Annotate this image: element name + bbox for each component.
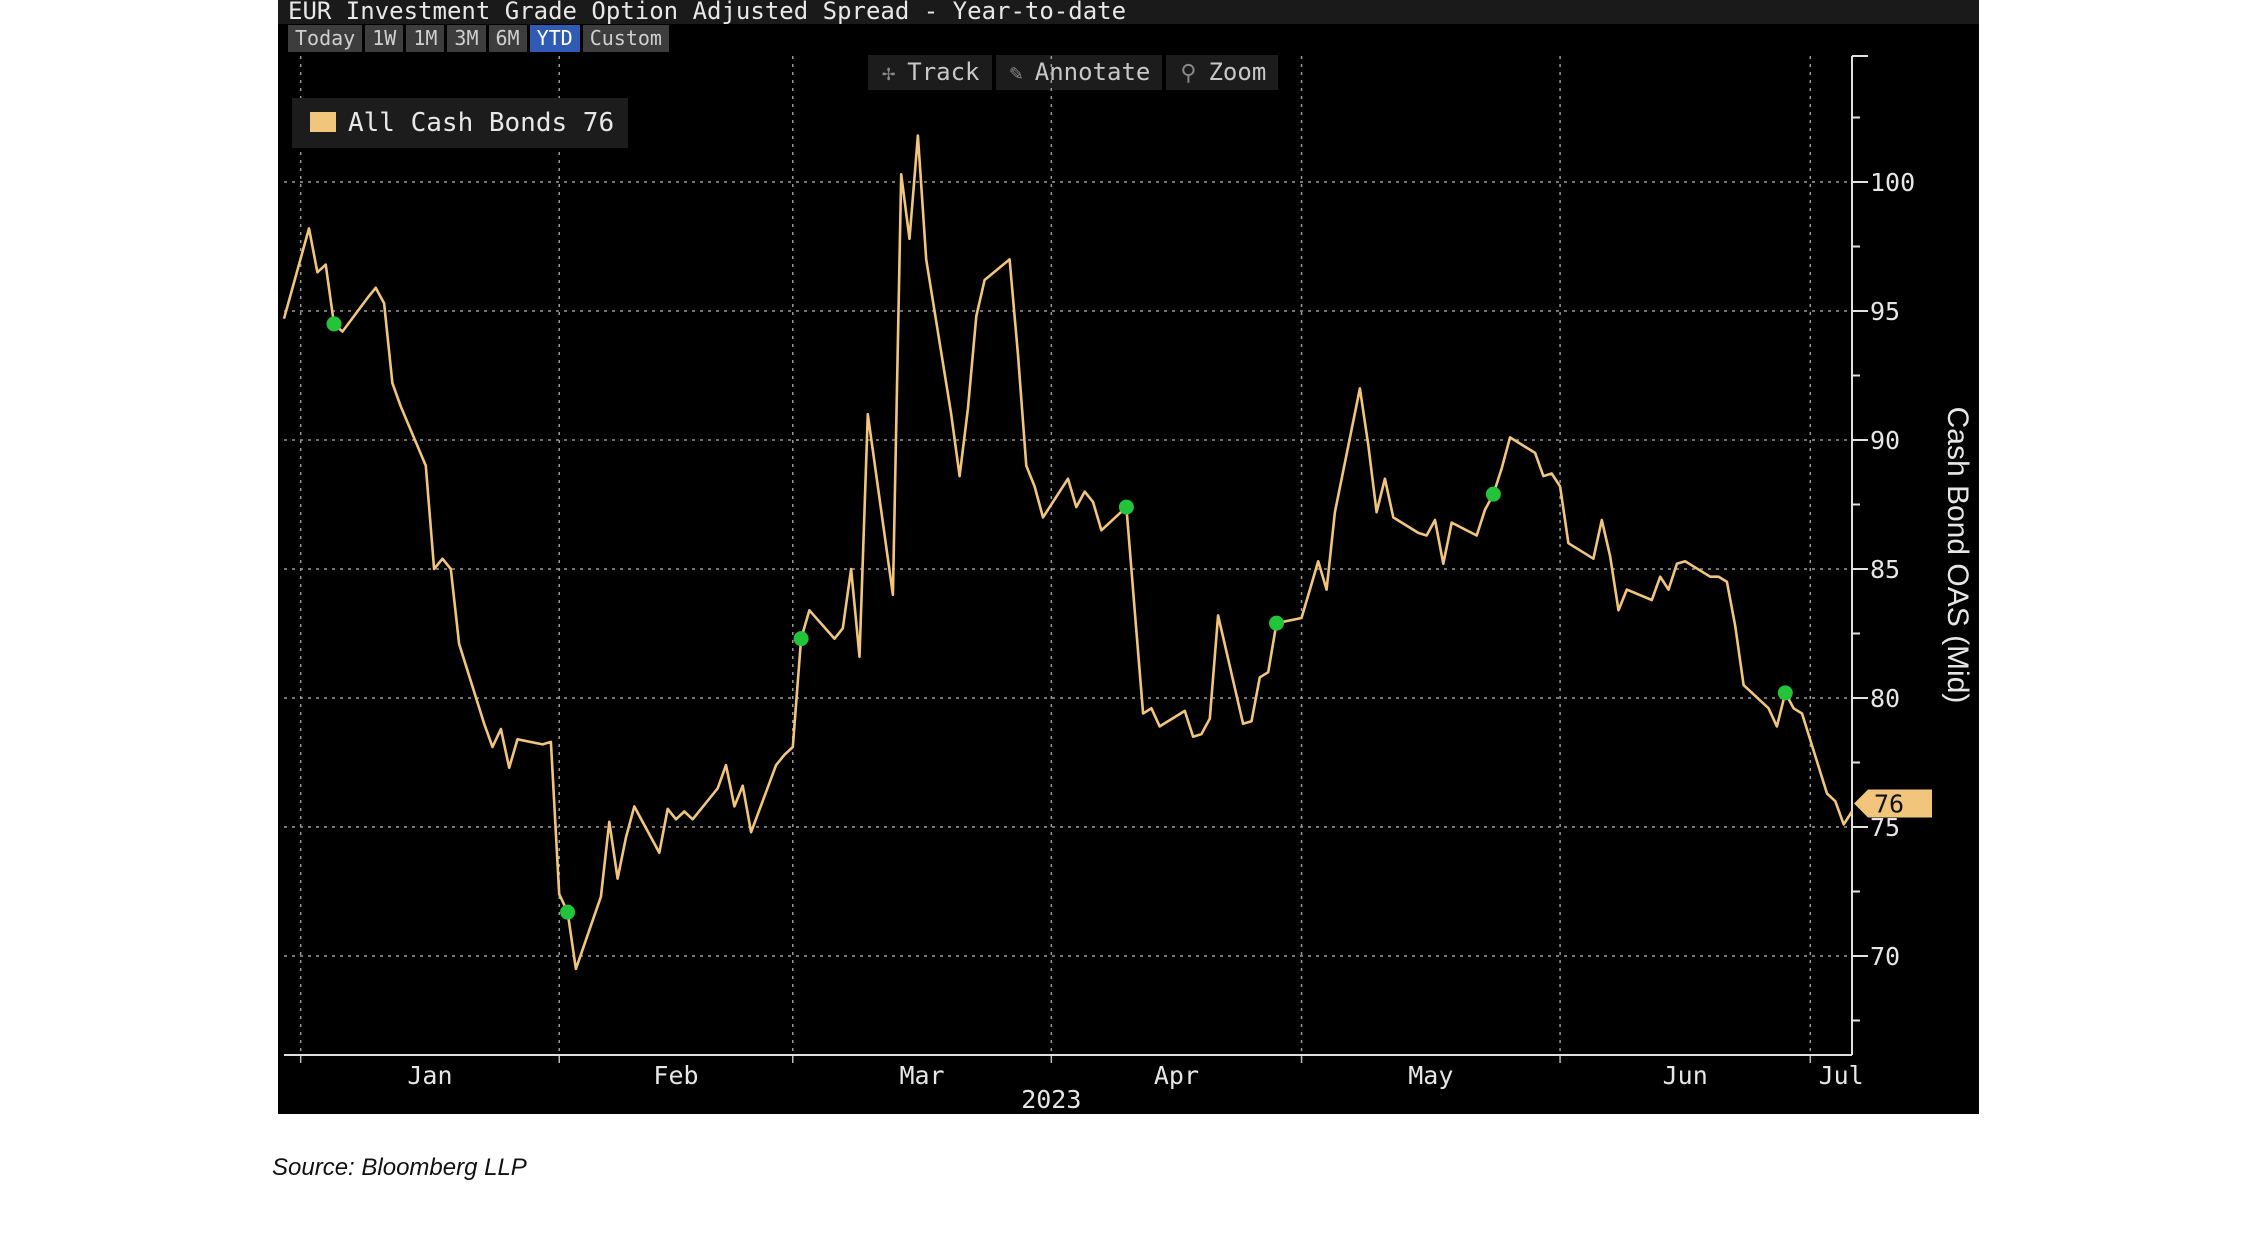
- y-tick-label: 85: [1870, 555, 1900, 584]
- data-marker: [1777, 685, 1793, 701]
- y-tick-label: 95: [1870, 297, 1900, 326]
- data-marker: [1485, 486, 1501, 502]
- marker-layer: [326, 316, 1793, 920]
- data-marker: [326, 316, 342, 332]
- y-tick-label: 80: [1870, 684, 1900, 713]
- y-axis-title: Cash Bond OAS (Mid): [1941, 407, 1974, 704]
- chart-panel: EUR Investment Grade Option Adjusted Spr…: [278, 0, 1979, 1114]
- last-value-label: 76: [1874, 790, 1904, 819]
- data-marker: [1118, 499, 1134, 515]
- legend: All Cash Bonds 76: [292, 98, 628, 148]
- series-line-all-cash-bonds: [282, 134, 1854, 971]
- y-tick-label: 90: [1870, 426, 1900, 455]
- x-year-label: 2023: [1021, 1085, 1081, 1114]
- grid-x: [299, 56, 1812, 1063]
- source-note: Source: Bloomberg LLP: [272, 1154, 527, 1181]
- legend-label: All Cash Bonds 76: [348, 108, 615, 138]
- y-tick-label: 100: [1870, 168, 1915, 197]
- x-month-label: May: [1408, 1061, 1453, 1090]
- axis-labels: 707580859095100Cash Bond OAS (Mid)Jan Feb…: [407, 168, 1974, 1114]
- x-month-label: Feb: [653, 1061, 698, 1090]
- x-month-label: Jun: [1663, 1061, 1708, 1090]
- data-marker: [1269, 615, 1285, 631]
- axes: [284, 55, 1868, 1056]
- x-month-label: Jan: [407, 1061, 452, 1090]
- grid-y: [284, 181, 1852, 957]
- x-month-label: Mar: [899, 1061, 944, 1090]
- series-layer: [282, 134, 1854, 971]
- x-month-label: Jul: [1819, 1061, 1864, 1090]
- data-marker: [560, 904, 576, 920]
- data-marker: [793, 631, 809, 647]
- plot-area: 707580859095100Cash Bond OAS (Mid)Jan Feb…: [282, 55, 1974, 1114]
- y-tick-label: 70: [1870, 942, 1900, 971]
- x-month-label: Apr: [1154, 1061, 1199, 1090]
- legend-swatch: [310, 112, 336, 132]
